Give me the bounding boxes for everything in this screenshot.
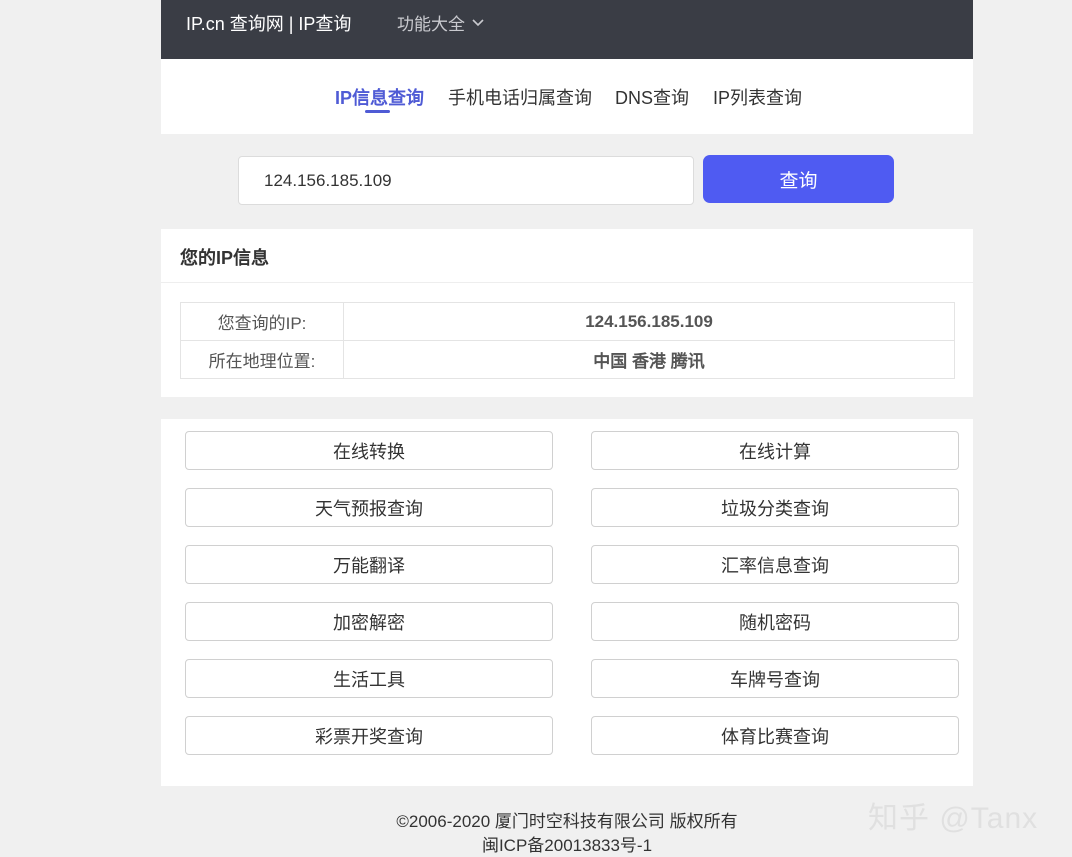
divider [161, 282, 973, 283]
location-value: 中国 香港 腾讯 [343, 340, 955, 379]
tool-translate-button[interactable]: 万能翻译 [185, 545, 553, 584]
tool-life-tools-button[interactable]: 生活工具 [185, 659, 553, 698]
active-tab-indicator [365, 110, 390, 113]
queried-ip-label: 您查询的IP: [180, 302, 344, 341]
search-button[interactable]: 查询 [703, 155, 894, 203]
features-menu[interactable]: 功能大全 [397, 10, 485, 35]
tools-card: 在线转换 在线计算 天气预报查询 垃圾分类查询 万能翻译 汇率信息查询 加密解密… [161, 419, 973, 786]
tool-online-calc-button[interactable]: 在线计算 [591, 431, 959, 470]
tool-random-password-button[interactable]: 随机密码 [591, 602, 959, 641]
tool-lottery-button[interactable]: 彩票开奖查询 [185, 716, 553, 755]
brand-logo[interactable]: IP.cn 查询网 | IP查询 [186, 10, 351, 36]
watermark: 知乎 @Tanx [868, 802, 1039, 835]
location-label: 所在地理位置: [180, 340, 344, 379]
tool-license-plate-button[interactable]: 车牌号查询 [591, 659, 959, 698]
chevron-down-icon [472, 18, 484, 26]
tab-ip-info[interactable]: IP信息查询 [335, 84, 424, 110]
tool-exchange-rate-button[interactable]: 汇率信息查询 [591, 545, 959, 584]
tool-online-convert-button[interactable]: 在线转换 [185, 431, 553, 470]
tab-phone-lookup[interactable]: 手机电话归属查询 [448, 84, 592, 110]
table-row: 所在地理位置: 中国 香港 腾讯 [180, 340, 955, 379]
tab-dns[interactable]: DNS查询 [615, 84, 689, 110]
tab-bar: IP信息查询 手机电话归属查询 DNS查询 IP列表查询 [161, 59, 973, 134]
queried-ip-value: 124.156.185.109 [343, 302, 955, 341]
ip-search-input[interactable] [238, 156, 694, 205]
tab-ip-list[interactable]: IP列表查询 [713, 84, 802, 110]
tool-sports-button[interactable]: 体育比赛查询 [591, 716, 959, 755]
features-menu-label: 功能大全 [397, 15, 465, 34]
table-row: 您查询的IP: 124.156.185.109 [180, 302, 955, 341]
ip-info-table: 您查询的IP: 124.156.185.109 所在地理位置: 中国 香港 腾讯 [180, 302, 955, 379]
tool-encrypt-button[interactable]: 加密解密 [185, 602, 553, 641]
ip-info-card: 您的IP信息 您查询的IP: 124.156.185.109 所在地理位置: 中… [161, 229, 973, 397]
top-navbar: IP.cn 查询网 | IP查询 功能大全 [161, 0, 973, 59]
tool-weather-button[interactable]: 天气预报查询 [185, 488, 553, 527]
ip-info-title: 您的IP信息 [180, 248, 270, 268]
tool-garbage-sort-button[interactable]: 垃圾分类查询 [591, 488, 959, 527]
